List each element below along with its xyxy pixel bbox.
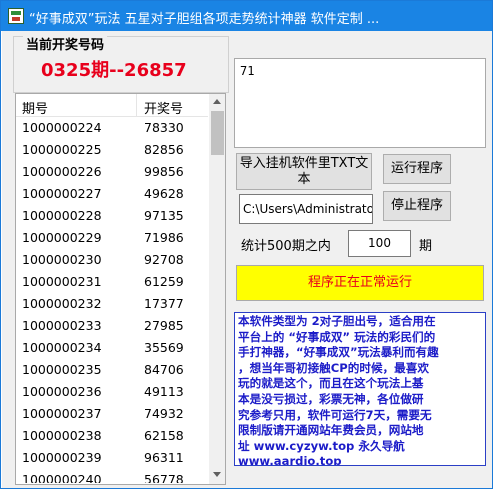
table-row[interactable]: 1000000237 74932 [16, 403, 208, 425]
description-line: 本是没亏损过，彩票无神，各位做研 [238, 391, 424, 406]
period-cell: 1000000240 [22, 472, 102, 483]
period-cell: 1000000229 [22, 230, 102, 245]
current-draw-title: 当前开奖号码 [23, 34, 108, 53]
table-row[interactable]: 1000000232 17377 [16, 293, 208, 315]
app-icon [8, 8, 24, 24]
period-cell: 1000000227 [22, 186, 102, 201]
table-row[interactable]: 1000000229 71986 [16, 227, 208, 249]
period-cell: 1000000226 [22, 164, 102, 179]
status-banner: 程序正在正常运行 [236, 265, 484, 301]
number-cell: 17377 [144, 296, 184, 311]
period-cell: 1000000236 [22, 384, 102, 399]
stat-unit-label: 期 [419, 239, 433, 254]
period-cell: 1000000237 [22, 406, 102, 421]
table-row[interactable]: 1000000238 62158 [16, 425, 208, 447]
number-cell: 27985 [144, 318, 184, 333]
title-bar[interactable]: “好事成双”玩法 五星对子胆组各项走势统计神器 软件定制 ... [1, 1, 492, 31]
number-cell: 96311 [144, 450, 184, 465]
table-row[interactable]: 1000000240 56778 [16, 469, 208, 483]
table-row[interactable]: 1000000233 27985 [16, 315, 208, 337]
stat-periods-input[interactable]: 100 [348, 230, 411, 257]
period-cell: 1000000231 [22, 274, 102, 289]
description-line: www.aardio.top [238, 454, 342, 466]
period-cell: 1000000234 [22, 340, 102, 355]
table-row[interactable]: 1000000230 92708 [16, 249, 208, 271]
current-draw-group: 当前开奖号码 0325期--26857 [13, 34, 229, 93]
list-header: 期号 开奖号 [16, 94, 208, 117]
period-cell: 1000000235 [22, 362, 102, 377]
table-row[interactable]: 1000000231 61259 [16, 271, 208, 293]
table-row[interactable]: 1000000234 35569 [16, 337, 208, 359]
scroll-down-arrow-icon[interactable] [213, 472, 221, 477]
description-text: 本软件类型为 2对子胆出号，适合用在 平台上的 “好事成双” 玩法的彩民们的 手打神… [234, 312, 486, 466]
scroll-up-arrow-icon[interactable] [213, 99, 221, 104]
description-line: ，想当年哥初接触CP的时候，最喜欢 [238, 360, 429, 375]
number-cell: 71986 [144, 230, 184, 245]
stat-label: 统计500期之内 [241, 239, 331, 254]
period-cell: 1000000228 [22, 208, 102, 223]
history-list[interactable]: 期号 开奖号 1000000224 78330 1000000225 82856 100… [15, 93, 226, 485]
description-line: 平台上的 “好事成双” 玩法的彩民们的 [238, 329, 436, 344]
table-row[interactable]: 1000000225 82856 [16, 139, 208, 161]
period-cell: 1000000232 [22, 296, 102, 311]
number-cell: 99856 [144, 164, 184, 179]
table-row[interactable]: 1000000235 84706 [16, 359, 208, 381]
table-row[interactable]: 1000000236 49113 [16, 381, 208, 403]
description-line: 址 www.cyzyw.top 永久导航 [238, 438, 405, 453]
number-cell: 35569 [144, 340, 184, 355]
table-row[interactable]: 1000000239 96311 [16, 447, 208, 469]
app-window: “好事成双”玩法 五星对子胆组各项走势统计神器 软件定制 ... 当前开奖号码 … [0, 0, 493, 489]
column-header-number[interactable]: 开奖号 [144, 98, 183, 117]
number-cell: 78330 [144, 120, 184, 135]
number-cell: 84706 [144, 362, 184, 377]
column-header-period[interactable]: 期号 [22, 98, 48, 117]
table-row[interactable]: 1000000226 99856 [16, 161, 208, 183]
table-row[interactable]: 1000000228 97135 [16, 205, 208, 227]
period-cell: 1000000225 [22, 142, 102, 157]
list-rows: 1000000224 78330 1000000225 82856 1000000226… [16, 117, 208, 483]
number-cell: 49628 [144, 186, 184, 201]
description-line: 手打神器，“好事成双”玩法暴利而有趣 [238, 345, 439, 360]
scroll-thumb[interactable] [211, 111, 224, 155]
period-cell: 1000000224 [22, 120, 102, 135]
period-cell: 1000000230 [22, 252, 102, 267]
number-cell: 49113 [144, 384, 184, 399]
column-divider [136, 94, 137, 117]
period-cell: 1000000239 [22, 450, 102, 465]
description-line: 玩的就是这个，而且在这个玩法上基 [238, 376, 424, 391]
import-txt-button[interactable]: 导入挂机软件里TXT文本 [236, 153, 372, 190]
number-cell: 56778 [144, 472, 184, 483]
client-area: 当前开奖号码 0325期--26857 期号 开奖号 1000000224 783… [2, 31, 492, 488]
number-cell: 61259 [144, 274, 184, 289]
number-cell: 82856 [144, 142, 184, 157]
number-cell: 97135 [144, 208, 184, 223]
description-line: 限制版请开通网站年费会员，网站地 [238, 423, 424, 438]
period-cell: 1000000233 [22, 318, 102, 333]
run-program-button[interactable]: 运行程序 [383, 154, 451, 184]
stop-program-button[interactable]: 停止程序 [383, 191, 451, 221]
description-line: 本软件类型为 2对子胆出号，适合用在 [238, 314, 436, 328]
number-cell: 92708 [144, 252, 184, 267]
input-textarea[interactable]: 71 [234, 58, 486, 148]
table-row[interactable]: 1000000227 49628 [16, 183, 208, 205]
list-scrollbar[interactable] [209, 94, 225, 484]
table-row[interactable]: 1000000224 78330 [16, 117, 208, 139]
description-line: 究参考只用，软件可运行7天，需要无 [238, 407, 432, 422]
period-cell: 1000000238 [22, 428, 102, 443]
number-cell: 62158 [144, 428, 184, 443]
current-draw-value: 0325期--26857 [41, 60, 187, 81]
path-field[interactable]: C:\Users\Administrator [239, 194, 373, 224]
window-title: “好事成双”玩法 五星对子胆组各项走势统计神器 软件定制 ... [29, 12, 380, 27]
number-cell: 74932 [144, 406, 184, 421]
